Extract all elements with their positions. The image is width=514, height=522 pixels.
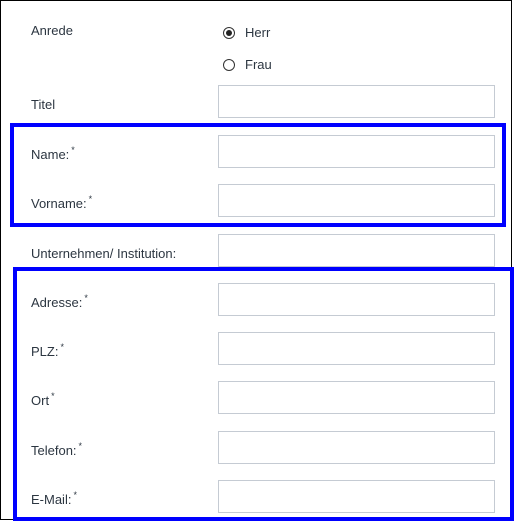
required-marker: * — [84, 293, 88, 303]
plz-label: PLZ: * — [31, 342, 64, 359]
name-label: Name: * — [31, 145, 75, 162]
telefon-label: Telefon: * — [31, 441, 83, 458]
telefon-input[interactable] — [218, 431, 495, 464]
telefon-row: Telefon: * — [1, 431, 511, 465]
ort-row: Ort * — [1, 381, 511, 415]
required-marker: * — [71, 145, 75, 155]
required-marker: * — [88, 194, 93, 204]
adresse-label-text: Adresse: — [31, 295, 83, 310]
plz-input[interactable] — [218, 332, 495, 365]
vorname-label: Vorname: * — [31, 194, 93, 211]
radio-herr[interactable]: Herr — [223, 25, 270, 40]
radio-frau-indicator[interactable] — [223, 58, 235, 71]
telefon-label-text: Telefon: — [31, 443, 77, 458]
email-row: E-Mail: * — [1, 480, 511, 514]
unternehmen-input[interactable] — [218, 234, 495, 267]
vorname-label-text: Vorname: — [31, 196, 87, 211]
titel-input[interactable] — [218, 85, 495, 118]
name-row: Name: * — [1, 135, 511, 169]
adresse-label: Adresse: * — [31, 293, 88, 310]
adresse-input[interactable] — [218, 283, 495, 316]
radio-herr-indicator[interactable] — [223, 26, 235, 39]
radio-herr-label: Herr — [245, 25, 271, 40]
required-marker: * — [78, 441, 83, 451]
email-label: E-Mail: * — [31, 490, 77, 507]
vorname-input[interactable] — [218, 184, 495, 217]
unternehmen-label: Unternehmen/ Institution: — [31, 246, 177, 261]
radio-frau[interactable]: Frau — [223, 57, 272, 72]
unternehmen-row: Unternehmen/ Institution: — [1, 234, 511, 268]
plz-label-text: PLZ: — [31, 344, 59, 359]
required-marker: * — [60, 342, 64, 352]
salutation-row: Anrede Herr Frau — [1, 1, 511, 81]
radio-frau-label: Frau — [245, 57, 272, 72]
name-label-text: Name: — [31, 147, 70, 162]
titel-label: Titel — [31, 97, 56, 112]
adresse-row: Adresse: * — [1, 283, 511, 317]
ort-label-text: Ort — [31, 393, 50, 408]
vorname-row: Vorname: * — [1, 184, 511, 218]
ort-label: Ort * — [31, 391, 55, 408]
required-marker: * — [51, 391, 55, 401]
name-input[interactable] — [218, 135, 495, 168]
email-label-text: E-Mail: — [31, 492, 72, 507]
form-panel: Anrede Herr Frau Titel Name: * Vorname: * … — [0, 0, 514, 521]
ort-input[interactable] — [218, 381, 495, 414]
required-marker: * — [73, 490, 77, 500]
titel-row: Titel — [1, 85, 511, 119]
email-input[interactable] — [218, 480, 495, 513]
plz-row: PLZ: * — [1, 332, 511, 366]
salutation-label: Anrede — [31, 23, 73, 38]
